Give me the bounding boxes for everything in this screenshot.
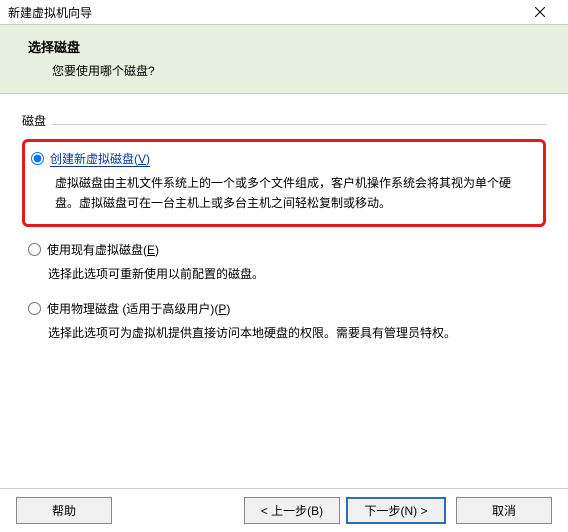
- option-create-desc: 虚拟磁盘由主机文件系统上的一个或多个文件组成，客户机操作系统会将其视为单个硬盘。…: [55, 173, 533, 214]
- cancel-button[interactable]: 取消: [456, 497, 552, 524]
- close-button[interactable]: [520, 2, 560, 22]
- option-create-radio[interactable]: [31, 152, 44, 165]
- option-physical-desc: 选择此选项可为虚拟机提供直接访问本地硬盘的权限。需要具有管理员特权。: [48, 323, 546, 343]
- option-existing-row[interactable]: 使用现有虚拟磁盘(E): [28, 241, 546, 258]
- option-physical-row[interactable]: 使用物理磁盘 (适用于高级用户)(P): [28, 300, 546, 317]
- option-existing-label: 使用现有虚拟磁盘(E): [47, 241, 159, 258]
- help-button[interactable]: 帮助: [16, 497, 112, 524]
- window-title: 新建虚拟机向导: [8, 4, 92, 21]
- option-create-label: 创建新虚拟磁盘(V): [50, 150, 150, 167]
- option-existing-block: 使用现有虚拟磁盘(E) 选择此选项可重新使用以前配置的磁盘。: [22, 241, 546, 284]
- option-physical-label: 使用物理磁盘 (适用于高级用户)(P): [47, 300, 230, 317]
- page-title: 选择磁盘: [28, 37, 550, 56]
- option-existing-desc: 选择此选项可重新使用以前配置的磁盘。: [48, 264, 546, 284]
- wizard-header: 选择磁盘 您要使用哪个磁盘?: [0, 24, 568, 94]
- page-subtitle: 您要使用哪个磁盘?: [52, 62, 550, 79]
- option-create-row[interactable]: 创建新虚拟磁盘(V): [31, 150, 533, 167]
- fieldset-divider: [52, 124, 546, 125]
- next-button[interactable]: 下一步(N) >: [346, 497, 446, 524]
- option-physical-radio[interactable]: [28, 302, 41, 315]
- back-button[interactable]: < 上一步(B): [244, 497, 340, 524]
- option-existing-radio[interactable]: [28, 243, 41, 256]
- option-physical-block: 使用物理磁盘 (适用于高级用户)(P) 选择此选项可为虚拟机提供直接访问本地硬盘…: [22, 300, 546, 343]
- content-area: 磁盘 创建新虚拟磁盘(V) 虚拟磁盘由主机文件系统上的一个或多个文件组成，客户机…: [0, 94, 568, 344]
- fieldset-label: 磁盘: [22, 112, 546, 129]
- close-icon: [535, 7, 545, 17]
- button-bar: 帮助 < 上一步(B) 下一步(N) > 取消: [0, 488, 568, 532]
- titlebar: 新建虚拟机向导: [0, 0, 568, 24]
- option-create-highlight: 创建新虚拟磁盘(V) 虚拟磁盘由主机文件系统上的一个或多个文件组成，客户机操作系…: [22, 139, 546, 227]
